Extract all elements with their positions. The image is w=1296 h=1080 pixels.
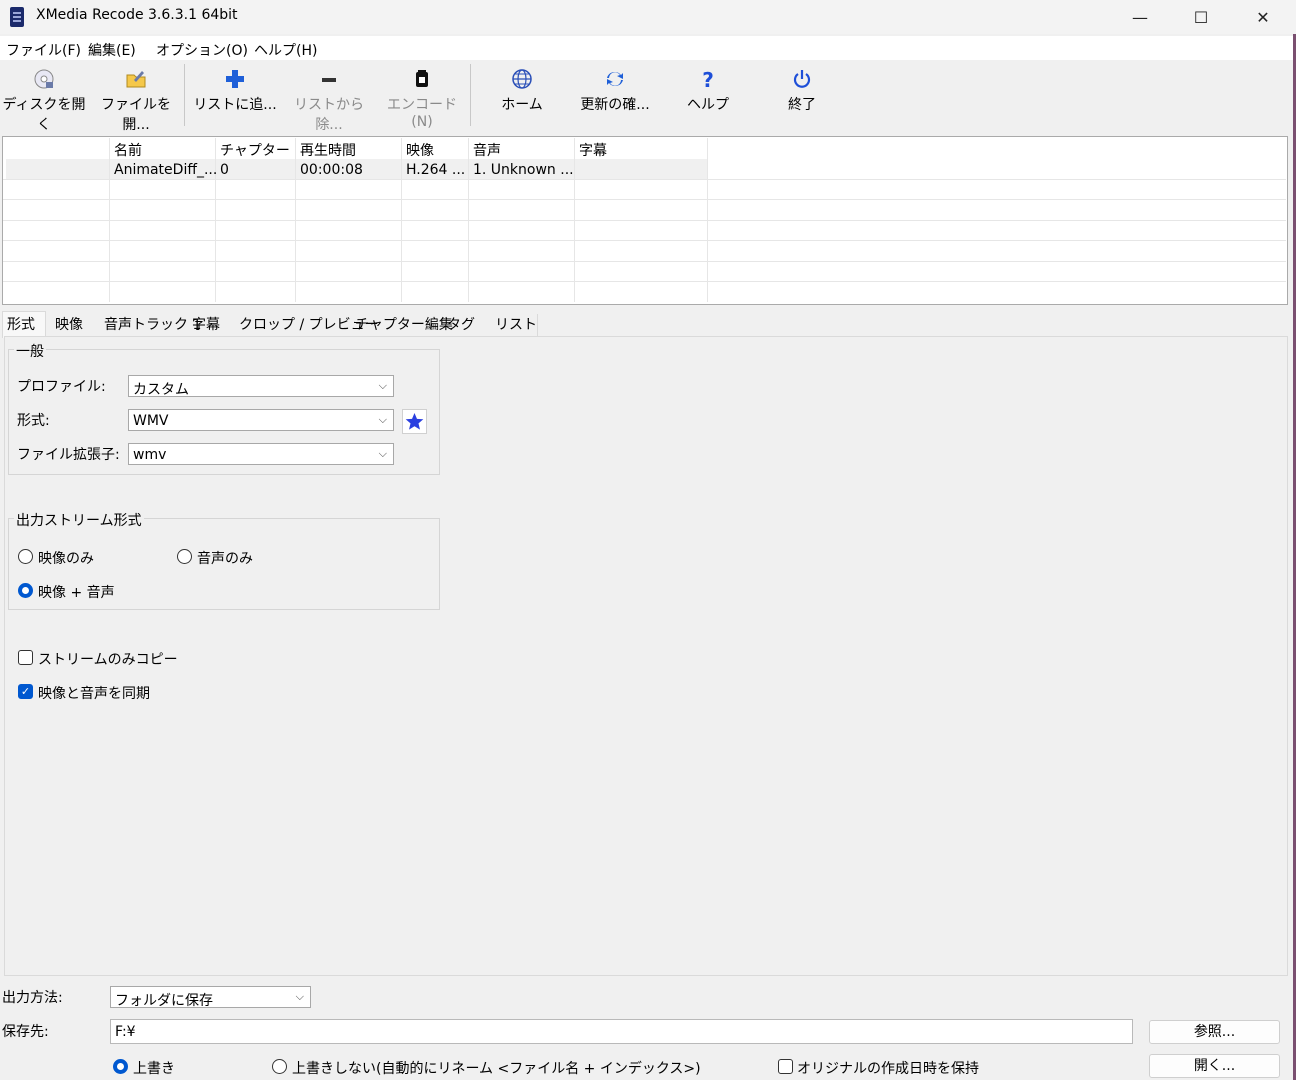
format-select[interactable]: WMV ⌵ — [128, 409, 394, 431]
grid-line — [3, 281, 1286, 282]
keep-date-label[interactable]: オリジナルの作成日時を保持 — [797, 1058, 979, 1078]
chevron-down-icon: ⌵ — [378, 447, 387, 460]
stream-copy-label[interactable]: ストリームのみコピー — [38, 649, 178, 669]
tab-list[interactable]: リスト — [495, 314, 537, 336]
destination-label: 保存先: — [2, 1024, 49, 1040]
video-audio-label[interactable]: 映像 + 音声 — [38, 582, 115, 602]
cell-video[interactable]: H.264 ... — [406, 162, 465, 178]
grid-line — [3, 261, 1286, 262]
general-group-title: 一般 — [14, 341, 46, 361]
format-label: 形式: — [17, 413, 50, 429]
open-disc-button[interactable]: ディスクを開く — [0, 68, 88, 133]
column-header-subtitle[interactable]: 字幕 — [579, 140, 607, 160]
question-icon: ? — [702, 68, 714, 92]
remove-from-list-button[interactable]: リストから除... — [283, 68, 375, 133]
tab-video[interactable]: 映像 — [55, 314, 83, 336]
help-button[interactable]: ? ヘルプ — [668, 68, 748, 128]
profile-label: プロファイル: — [17, 379, 106, 395]
power-icon — [762, 68, 842, 92]
minimize-button[interactable]: — — [1110, 0, 1170, 34]
tab-subtitle[interactable]: 字幕 — [192, 314, 220, 336]
toolbar-separator — [470, 64, 471, 126]
app-icon — [10, 7, 24, 27]
chevron-down-icon: ⌵ — [378, 413, 387, 426]
window-title: XMedia Recode 3.6.3.1 64bit — [36, 7, 238, 23]
cell-duration[interactable]: 00:00:08 — [300, 162, 363, 178]
star-icon — [405, 412, 424, 430]
cell-audio[interactable]: 1. Unknown ... — [473, 162, 574, 178]
column-header-chapter[interactable]: チャプター — [220, 140, 290, 160]
folder-open-icon — [92, 68, 180, 92]
grid-line — [3, 179, 1286, 180]
tab-tags[interactable]: タグ — [447, 314, 475, 336]
file-extension-label: ファイル拡張子: — [17, 447, 120, 463]
tab-chapter-edit[interactable]: チャプター編集 — [355, 314, 453, 336]
tab-divider — [537, 314, 538, 336]
menu-file[interactable]: ファイル(F) — [6, 40, 81, 60]
video-audio-radio[interactable] — [18, 583, 33, 598]
open-folder-button[interactable]: 開く... — [1149, 1054, 1280, 1078]
column-header-name[interactable]: 名前 — [114, 140, 142, 160]
profile-select[interactable]: カスタム ⌵ — [128, 375, 394, 398]
destination-input[interactable]: F:¥ — [110, 1019, 1133, 1044]
output-method-label: 出力方法: — [2, 990, 63, 1006]
chevron-down-icon: ⌵ — [295, 990, 304, 1003]
minus-icon — [283, 68, 375, 92]
favorite-button[interactable] — [402, 409, 427, 434]
output-method-select[interactable]: フォルダに保存 ⌵ — [110, 986, 311, 1009]
browse-button[interactable]: 参照... — [1149, 1020, 1280, 1044]
add-to-list-button[interactable]: リストに追... — [193, 68, 277, 128]
overwrite-label[interactable]: 上書き — [133, 1058, 175, 1078]
no-overwrite-label[interactable]: 上書きしない(自動的にリネーム <ファイル名 + インデックス>) — [292, 1058, 701, 1078]
tab-format[interactable]: 形式 — [7, 314, 35, 336]
maximize-button[interactable]: ☐ — [1171, 0, 1231, 34]
output-stream-group-title: 出力ストリーム形式 — [14, 510, 144, 530]
home-button[interactable]: ホーム — [482, 68, 562, 128]
audio-only-radio[interactable] — [177, 549, 192, 564]
plus-icon — [193, 68, 277, 92]
encode-icon — [378, 68, 466, 92]
close-button[interactable]: ✕ — [1233, 0, 1293, 34]
chevron-down-icon: ⌵ — [378, 379, 387, 392]
column-header-video[interactable]: 映像 — [406, 140, 434, 160]
keep-date-checkbox[interactable] — [778, 1059, 793, 1074]
grid-line — [3, 220, 1286, 221]
video-only-radio[interactable] — [18, 549, 33, 564]
exit-button[interactable]: 終了 — [762, 68, 842, 128]
toolbar-separator — [184, 64, 185, 126]
grid-line — [3, 240, 1286, 241]
column-header-duration[interactable]: 再生時間 — [300, 140, 356, 160]
audio-only-label[interactable]: 音声のみ — [197, 548, 253, 568]
menu-help[interactable]: ヘルプ(H) — [254, 40, 317, 60]
tab-audio-track-1[interactable]: 音声トラック 1 — [104, 314, 201, 336]
open-file-button[interactable]: ファイルを開... — [92, 68, 180, 133]
stream-copy-checkbox[interactable] — [18, 650, 33, 665]
check-update-button[interactable]: 更新の確... — [572, 68, 658, 128]
grid-line — [3, 199, 1286, 200]
column-header-audio[interactable]: 音声 — [473, 140, 501, 160]
file-extension-select[interactable]: wmv ⌵ — [128, 443, 394, 465]
sync-av-label[interactable]: 映像と音声を同期 — [38, 683, 150, 703]
sync-av-checkbox[interactable]: ✓ — [18, 684, 33, 699]
video-only-label[interactable]: 映像のみ — [38, 548, 94, 568]
menu-edit[interactable]: 編集(E) — [88, 40, 136, 60]
refresh-icon — [572, 68, 658, 92]
globe-icon — [482, 68, 562, 92]
menu-options[interactable]: オプション(O) — [156, 40, 248, 60]
cell-chapter[interactable]: 0 — [220, 162, 229, 178]
no-overwrite-radio[interactable] — [272, 1059, 287, 1074]
overwrite-radio[interactable] — [113, 1059, 128, 1074]
cell-name[interactable]: AnimateDiff_... — [114, 162, 217, 178]
disc-icon — [0, 68, 88, 92]
encode-button[interactable]: エンコード(N) — [378, 68, 466, 130]
